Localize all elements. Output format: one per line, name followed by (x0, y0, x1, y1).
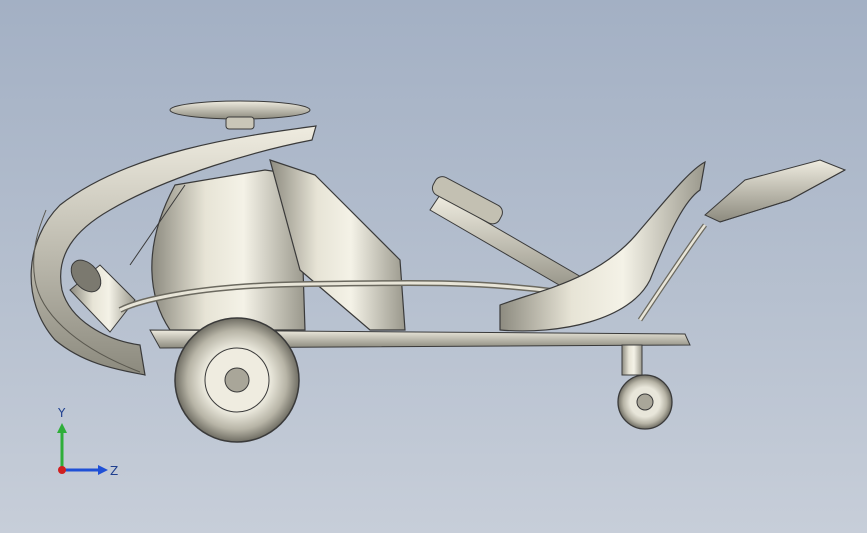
cad-viewport[interactable] (0, 0, 867, 533)
axis-triad: Y Z (57, 406, 118, 478)
y-axis-label: Y (57, 406, 66, 420)
front-frame[interactable] (499, 160, 708, 332)
z-axis-arrow (62, 465, 108, 475)
front-caster[interactable] (617, 344, 673, 430)
seat[interactable] (169, 100, 311, 130)
battery-housing[interactable] (129, 159, 406, 331)
y-axis-arrow (57, 423, 67, 470)
z-axis-label: Z (110, 464, 118, 478)
origin-x-marker (58, 466, 66, 474)
rear-wheel[interactable] (174, 317, 300, 443)
foot-pedal[interactable] (704, 159, 847, 223)
